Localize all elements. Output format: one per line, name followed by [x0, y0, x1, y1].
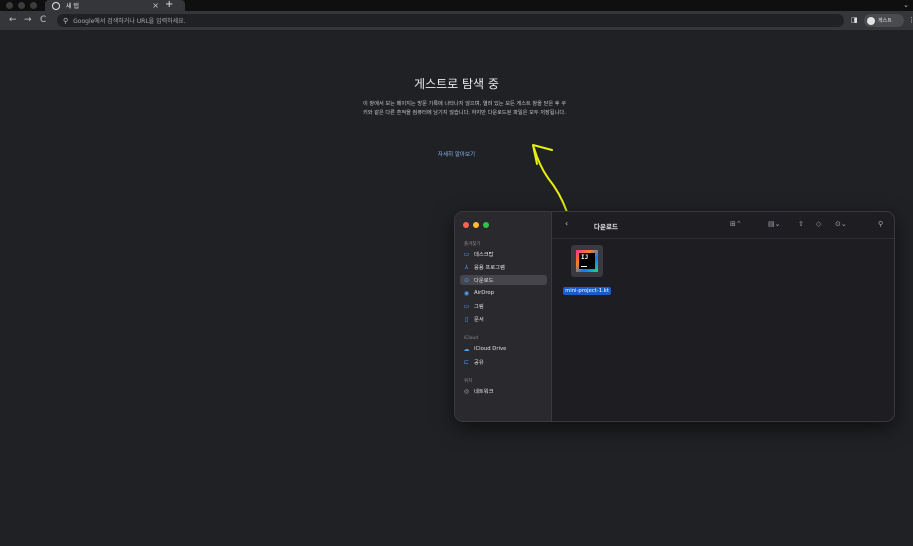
- finder-zoom-button[interactable]: [483, 222, 489, 228]
- sidebar-item-label: 다운로드: [474, 278, 494, 284]
- file-name: mini-project-1.kt: [563, 287, 611, 295]
- intellij-logo-inner: IJ: [579, 253, 595, 269]
- sidebar-item-applications[interactable]: ⅄ 응용 프로그램: [460, 262, 547, 272]
- intellij-file-icon: IJ: [571, 245, 603, 277]
- icon-view-icon[interactable]: ⊞⌃: [730, 220, 742, 228]
- intellij-logo-text: IJ: [581, 254, 589, 261]
- pictures-icon: ▭: [463, 302, 470, 310]
- shared-folder-icon: ⊏: [463, 358, 470, 366]
- network-icon: ◎: [463, 387, 470, 395]
- cloud-icon: ☁: [463, 345, 470, 353]
- sidebar-item-downloads[interactable]: ⊙ 다운로드: [460, 275, 547, 285]
- search-icon[interactable]: ⚲: [878, 220, 883, 228]
- locations-header: 위치: [464, 379, 473, 384]
- more-actions-icon[interactable]: ⊙⌄: [835, 220, 847, 228]
- finder-title: 다운로드: [594, 223, 618, 231]
- sidebar-item-documents[interactable]: ▯ 문서: [460, 314, 547, 324]
- finder-minimize-button[interactable]: [473, 222, 479, 228]
- sidebar-item-airdrop[interactable]: ◉ AirDrop: [460, 288, 547, 298]
- documents-icon: ▯: [464, 315, 469, 323]
- finder-window: 즐겨찾기 ▭ 데스크탑 ⅄ 응용 프로그램 ⊙ 다운로드 ◉ AirDrop ▭…: [454, 211, 895, 422]
- downloads-icon: ⊙: [463, 276, 470, 284]
- sidebar-item-shared[interactable]: ⊏ 공유: [460, 357, 547, 367]
- sidebar-item-label: 응용 프로그램: [474, 265, 505, 271]
- annotation-arrow-head: [532, 144, 553, 165]
- intellij-logo: IJ: [576, 250, 598, 272]
- sidebar-item-label: AirDrop: [474, 290, 495, 296]
- sidebar-item-network[interactable]: ◎ 네트워크: [460, 386, 547, 396]
- group-icon[interactable]: ▤⌄: [768, 220, 780, 228]
- finder-sidebar: 즐겨찾기 ▭ 데스크탑 ⅄ 응용 프로그램 ⊙ 다운로드 ◉ AirDrop ▭…: [455, 212, 552, 421]
- icloud-header: iCloud: [464, 336, 479, 341]
- desktop-icon: ▭: [463, 250, 470, 258]
- airdrop-icon: ◉: [463, 289, 470, 297]
- finder-close-button[interactable]: [463, 222, 469, 228]
- chevron-left-icon[interactable]: ‹: [565, 219, 568, 228]
- sidebar-item-pictures[interactable]: ▭ 그림: [460, 301, 547, 311]
- finder-window-controls: [463, 222, 489, 228]
- sidebar-item-label: 네트워크: [474, 389, 494, 395]
- sidebar-item-label: 그림: [474, 304, 484, 310]
- finder-toolbar: ‹ 다운로드 ⊞⌃ ▤⌄ ⇧ ◇ ⊙⌄ ⚲: [552, 212, 894, 239]
- tag-icon[interactable]: ◇: [816, 220, 821, 228]
- sidebar-item-label: iCloud Drive: [474, 346, 507, 352]
- sidebar-item-icloud-drive[interactable]: ☁ iCloud Drive: [460, 344, 547, 354]
- applications-icon: ⅄: [464, 263, 469, 271]
- sidebar-item-desktop[interactable]: ▭ 데스크탑: [460, 249, 547, 259]
- browser-window: 새 탭 × + ⌄ ← → C ⚲ Google에서 검색하거나 URL을 입력…: [0, 0, 913, 546]
- favorites-header: 즐겨찾기: [464, 242, 481, 247]
- sidebar-item-label: 문서: [474, 317, 484, 323]
- file-item[interactable]: IJ mini-project-1.kt: [559, 245, 615, 296]
- sidebar-item-label: 데스크탑: [474, 252, 494, 258]
- share-icon[interactable]: ⇧: [798, 220, 804, 228]
- intellij-logo-bar: [581, 266, 587, 267]
- sidebar-item-label: 공유: [474, 360, 484, 366]
